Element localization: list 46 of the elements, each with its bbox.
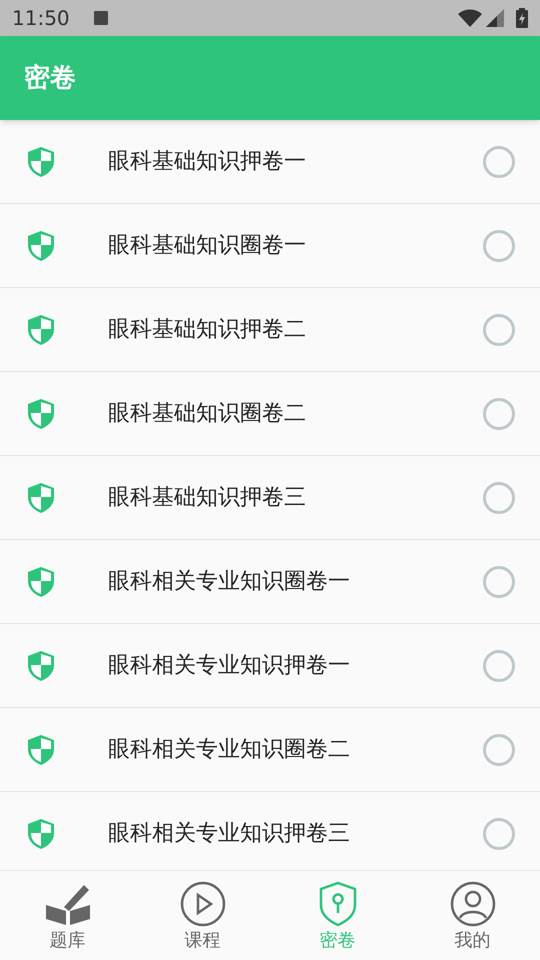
paper-item[interactable]: 眼科基础知识押卷二 (0, 288, 540, 372)
paper-title: 眼科基础知识押卷二 (108, 316, 307, 344)
radio-button[interactable] (483, 650, 515, 682)
shield-icon (27, 818, 55, 850)
radio-button[interactable] (483, 314, 515, 346)
status-time: 11:50 (12, 5, 70, 32)
paper-title: 眼科基础知识押卷三 (108, 484, 307, 512)
shield-icon (27, 566, 55, 598)
paper-title: 眼科相关专业知识圈卷一 (108, 568, 351, 596)
shield-icon (27, 146, 55, 178)
page-title: 密卷 (24, 62, 76, 94)
shield-icon (27, 398, 55, 430)
play-icon (180, 881, 226, 927)
paper-title: 眼科基础知识圈卷一 (108, 232, 307, 260)
paper-item[interactable]: 眼科相关专业知识圈卷一 (0, 540, 540, 624)
paper-title: 眼科基础知识圈卷二 (108, 400, 307, 428)
radio-button[interactable] (483, 818, 515, 850)
shield-keyhole-icon (318, 881, 358, 927)
nav-tab[interactable]: 课程 (135, 871, 270, 960)
nav-tab[interactable]: 我的 (405, 871, 540, 960)
paper-item[interactable]: 眼科相关专业知识圈卷二 (0, 708, 540, 792)
nav-tab[interactable]: 题库 (0, 871, 135, 960)
shield-icon (27, 734, 55, 766)
wifi-icon (458, 9, 482, 27)
shield-icon (27, 650, 55, 682)
shield-icon (27, 314, 55, 346)
shield-icon (27, 230, 55, 262)
paper-title: 眼科相关专业知识押卷三 (108, 820, 351, 848)
paper-item[interactable]: 眼科基础知识圈卷一 (0, 204, 540, 288)
paper-title: 眼科相关专业知识押卷一 (108, 652, 351, 680)
radio-button[interactable] (483, 482, 515, 514)
radio-button[interactable] (483, 146, 515, 178)
paper-title: 眼科相关专业知识圈卷二 (108, 736, 351, 764)
radio-button[interactable] (483, 398, 515, 430)
battery-icon (516, 8, 528, 28)
paper-item[interactable]: 眼科基础知识押卷一 (0, 120, 540, 204)
radio-button[interactable] (483, 734, 515, 766)
paper-title: 眼科基础知识押卷一 (108, 148, 307, 176)
paper-item[interactable]: 眼科基础知识押卷三 (0, 456, 540, 540)
shield-icon (27, 482, 55, 514)
radio-button[interactable] (483, 566, 515, 598)
signal-icon (486, 9, 504, 27)
paper-item[interactable]: 眼科基础知识圈卷二 (0, 372, 540, 456)
radio-button[interactable] (483, 230, 515, 262)
paper-item[interactable]: 眼科相关专业知识押卷一 (0, 624, 540, 708)
user-icon (450, 881, 496, 927)
